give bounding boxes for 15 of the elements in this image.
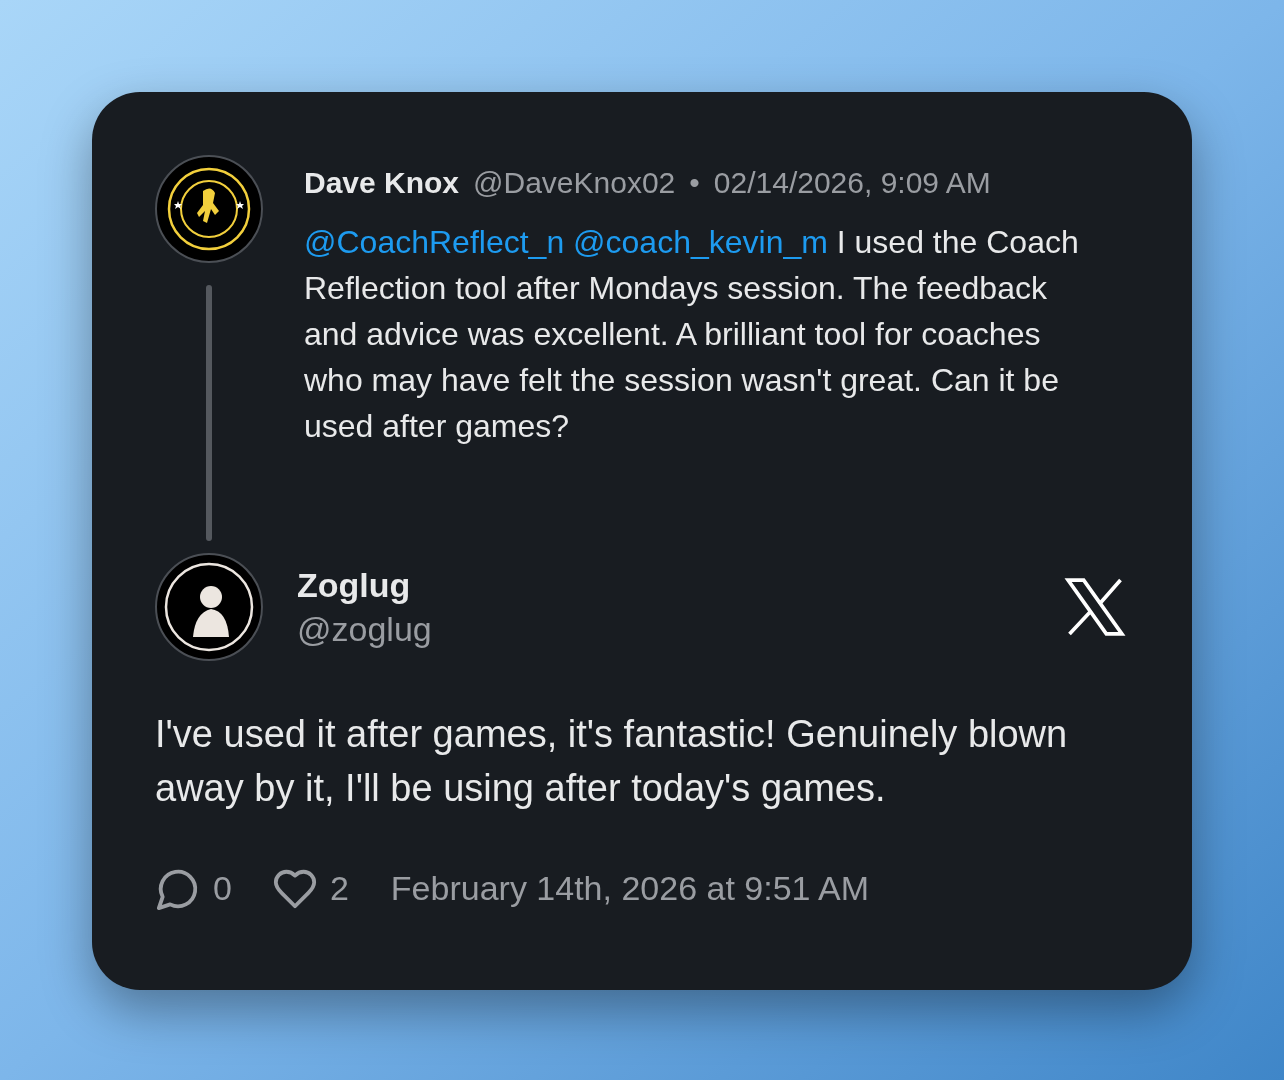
post-text: @CoachReflect_n @coach_kevin_m I used the Coach Reflection tool after Mondays session. The feedback and advice was excellent. A brilliant tool for coaches who may have felt the session wasn't great. Can it be used after games? [304, 223, 1080, 446]
reply-count: 0 [213, 868, 232, 909]
separator-dot: • [689, 165, 700, 201]
like-count: 2 [329, 868, 349, 909]
reply-timestamp: February 14th, 2026 at 9:51 AM [390, 868, 870, 909]
author-handle: @DaveKnox02 [473, 165, 676, 201]
reply-author-handle: @zoglug [297, 609, 433, 650]
reply-text: I've used it after games, it's fantastic! Genuinely blown away by it, I'll be using after today's games. [155, 712, 1069, 811]
lion-logo-icon [155, 155, 263, 263]
post-timestamp: 02/14/2026, 9:09 AM [713, 165, 991, 201]
mention-link[interactable]: @CoachReflect_n [304, 224, 565, 260]
mention-link[interactable]: @coach_kevin_m [573, 224, 828, 260]
author-name: Dave Knox [304, 165, 460, 201]
silhouette-logo-icon [155, 553, 263, 661]
reply-author-name: Zoglug [297, 565, 412, 606]
